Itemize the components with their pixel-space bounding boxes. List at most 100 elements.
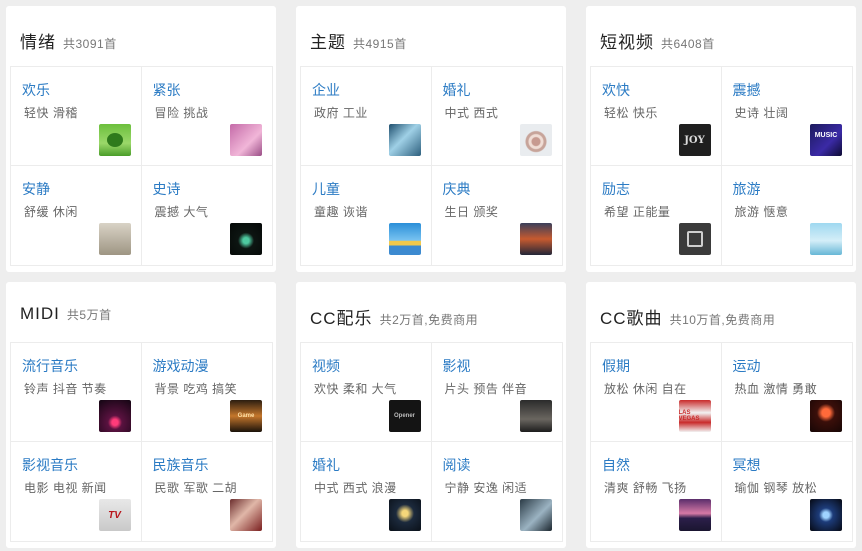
category-item[interactable]: 影视音乐 电影 电视 新闻 TV bbox=[11, 442, 142, 541]
seaside-thumbnail[interactable] bbox=[810, 223, 842, 255]
las-vegas-sign-thumbnail[interactable]: LAS VEGAS bbox=[678, 400, 711, 432]
concert-thumbnail[interactable] bbox=[98, 400, 131, 432]
category-item[interactable]: 震撼 史诗 壮阔 MUSIC bbox=[721, 67, 852, 166]
joy-letters-thumbnail[interactable]: JOY bbox=[678, 124, 711, 156]
category-item[interactable]: 阅读 宁静 安逸 闲适 bbox=[432, 442, 563, 541]
video-title-thumbnail[interactable]: Opener bbox=[388, 400, 421, 432]
category-item-name[interactable]: 励志 bbox=[602, 179, 630, 199]
category-item-tags: 旅游 惬意 bbox=[734, 205, 789, 219]
card-title[interactable]: 主题 bbox=[310, 28, 346, 53]
category-item-name[interactable]: 视频 bbox=[312, 356, 340, 376]
hot-air-balloon-thumbnail[interactable] bbox=[520, 223, 552, 255]
category-item-name[interactable]: 婚礼 bbox=[443, 80, 471, 100]
category-item-name[interactable]: 安静 bbox=[22, 179, 50, 199]
category-item[interactable]: 影视 片头 预告 伴音 bbox=[431, 343, 562, 442]
night-lights-thumbnail[interactable] bbox=[388, 499, 421, 531]
category-item-name[interactable]: 影视 bbox=[443, 356, 471, 376]
heart-sand-thumbnail[interactable] bbox=[520, 124, 552, 156]
category-item[interactable]: 安静 舒缓 休闲 bbox=[11, 166, 142, 265]
category-item[interactable]: 流行音乐 铃声 抖音 节奏 bbox=[11, 343, 142, 442]
game-logo-thumbnail[interactable]: Game bbox=[230, 400, 262, 432]
category-item[interactable]: 儿童 童趣 诙谐 bbox=[301, 166, 432, 265]
category-item-name[interactable]: 自然 bbox=[602, 455, 630, 475]
category-item-tags: 铃声 抖音 节奏 bbox=[24, 382, 107, 396]
category-item[interactable]: 游戏动漫 背景 吃鸡 搞笑 Game bbox=[141, 343, 272, 442]
card-title[interactable]: MIDI bbox=[20, 304, 60, 324]
category-item-tags: 冒险 挑战 bbox=[154, 106, 209, 120]
category-grid: 欢乐 轻快 滑稽 紧张 冒险 挑战 安静 舒缓 休闲 史诗 震撼 大气 bbox=[10, 66, 273, 266]
category-item-tags: 轻快 滑稽 bbox=[24, 106, 78, 120]
card-title[interactable]: 情绪 bbox=[20, 28, 56, 53]
badge-thumbnail[interactable] bbox=[678, 223, 711, 255]
category-item[interactable]: 视频 欢快 柔和 大气 Opener bbox=[301, 343, 432, 442]
category-item-name[interactable]: 史诗 bbox=[153, 179, 181, 199]
category-item-name[interactable]: 阅读 bbox=[443, 455, 471, 475]
card-title[interactable]: CC歌曲 bbox=[600, 304, 663, 329]
category-item[interactable]: 欢快 轻松 快乐 JOY bbox=[591, 67, 722, 166]
category-item-name[interactable]: 儿童 bbox=[312, 179, 340, 199]
category-item-name[interactable]: 影视音乐 bbox=[22, 455, 78, 475]
category-item-name[interactable]: 企业 bbox=[312, 80, 340, 100]
category-item-name[interactable]: 震撼 bbox=[733, 80, 761, 100]
category-grid: 企业 政府 工业 婚礼 中式 西式 儿童 童趣 诙谐 庆典 生日 颁奖 bbox=[300, 66, 563, 266]
category-item[interactable]: 欢乐 轻快 滑稽 bbox=[11, 67, 142, 166]
category-item[interactable]: 紧张 冒险 挑战 bbox=[141, 67, 272, 166]
sky-cartoon-thumbnail[interactable] bbox=[388, 223, 421, 255]
category-item-name[interactable]: 游戏动漫 bbox=[153, 356, 209, 376]
reading-thumbnail[interactable] bbox=[520, 499, 552, 531]
category-item-tags: 放松 休闲 自在 bbox=[604, 382, 687, 396]
category-item[interactable]: 自然 清爽 舒畅 飞扬 bbox=[591, 442, 722, 541]
category-grid: 欢快 轻松 快乐 JOY 震撼 史诗 壮阔 MUSIC 励志 希望 正能量 旅游… bbox=[590, 66, 853, 266]
opera-mask-thumbnail[interactable] bbox=[230, 499, 262, 531]
tree-thumbnail[interactable] bbox=[98, 124, 131, 156]
category-item-name[interactable]: 欢快 bbox=[602, 80, 630, 100]
card-header: 短视频 共6408首 bbox=[600, 28, 715, 53]
category-item[interactable]: 冥想 瑜伽 钢琴 放松 bbox=[722, 442, 853, 541]
category-item-tags: 轻松 快乐 bbox=[604, 106, 658, 120]
category-grid: 假期 放松 休闲 自在 LAS VEGAS 运动 热血 激情 勇敢 自然 清爽 … bbox=[590, 342, 853, 542]
category-item-name[interactable]: 紧张 bbox=[153, 80, 181, 100]
category-card-short-video: 短视频 共6408首 欢快 轻松 快乐 JOY 震撼 史诗 壮阔 MUSIC 励… bbox=[586, 6, 856, 272]
category-item-name[interactable]: 欢乐 bbox=[22, 80, 50, 100]
category-item-name[interactable]: 假期 bbox=[602, 356, 630, 376]
category-item[interactable]: 假期 放松 休闲 自在 LAS VEGAS bbox=[591, 343, 722, 442]
skyscraper-thumbnail[interactable] bbox=[388, 124, 421, 156]
card-header: CC歌曲 共10万首,免费商用 bbox=[600, 304, 776, 329]
pink-figure-thumbnail[interactable] bbox=[230, 124, 262, 156]
category-item[interactable]: 史诗 震撼 大气 bbox=[142, 166, 273, 265]
category-item[interactable]: 励志 希望 正能量 bbox=[591, 166, 722, 265]
galaxy-thumbnail[interactable] bbox=[810, 499, 842, 531]
thumbnail-text: MUSIC bbox=[814, 132, 838, 139]
category-item[interactable]: 庆典 生日 颁奖 bbox=[432, 166, 563, 265]
category-item-name[interactable]: 冥想 bbox=[733, 455, 761, 475]
category-item-name[interactable]: 流行音乐 bbox=[22, 356, 78, 376]
category-item-tags: 热血 激情 勇敢 bbox=[734, 382, 818, 396]
love-book-thumbnail[interactable] bbox=[98, 223, 131, 255]
category-item[interactable]: 运动 热血 激情 勇敢 bbox=[721, 343, 852, 442]
runner-thumbnail[interactable] bbox=[810, 400, 842, 432]
category-item[interactable]: 婚礼 中式 西式 bbox=[431, 67, 562, 166]
category-item-name[interactable]: 婚礼 bbox=[312, 455, 340, 475]
card-header: CC配乐 共2万首,免费商用 bbox=[310, 304, 479, 329]
card-title[interactable]: CC配乐 bbox=[310, 304, 373, 329]
category-item[interactable]: 旅游 旅游 惬意 bbox=[722, 166, 853, 265]
category-item[interactable]: 民族音乐 民歌 军歌 二胡 bbox=[142, 442, 273, 541]
film-person-thumbnail[interactable] bbox=[520, 400, 552, 432]
card-count: 共2万首,免费商用 bbox=[379, 313, 479, 327]
category-item-tags: 欢快 柔和 大气 bbox=[314, 382, 397, 396]
category-item-tags: 片头 预告 伴音 bbox=[444, 382, 528, 396]
category-item-name[interactable]: 庆典 bbox=[443, 179, 471, 199]
card-title[interactable]: 短视频 bbox=[600, 28, 654, 53]
music-poster-thumbnail[interactable]: MUSIC bbox=[810, 124, 842, 156]
category-item-name[interactable]: 民族音乐 bbox=[153, 455, 209, 475]
tv-logo-thumbnail[interactable]: TV bbox=[98, 499, 131, 531]
card-count: 共10万首,免费商用 bbox=[669, 313, 776, 327]
category-item-tags: 史诗 壮阔 bbox=[734, 106, 789, 120]
category-item[interactable]: 婚礼 中式 西式 浪漫 bbox=[301, 442, 432, 541]
category-item-name[interactable]: 旅游 bbox=[733, 179, 761, 199]
category-item[interactable]: 企业 政府 工业 bbox=[301, 67, 432, 166]
dark-glow-thumbnail[interactable] bbox=[230, 223, 262, 255]
sunset-thumbnail[interactable] bbox=[678, 499, 711, 531]
category-card-theme: 主题 共4915首 企业 政府 工业 婚礼 中式 西式 儿童 童趣 诙谐 庆典 … bbox=[296, 6, 566, 272]
category-item-name[interactable]: 运动 bbox=[733, 356, 761, 376]
